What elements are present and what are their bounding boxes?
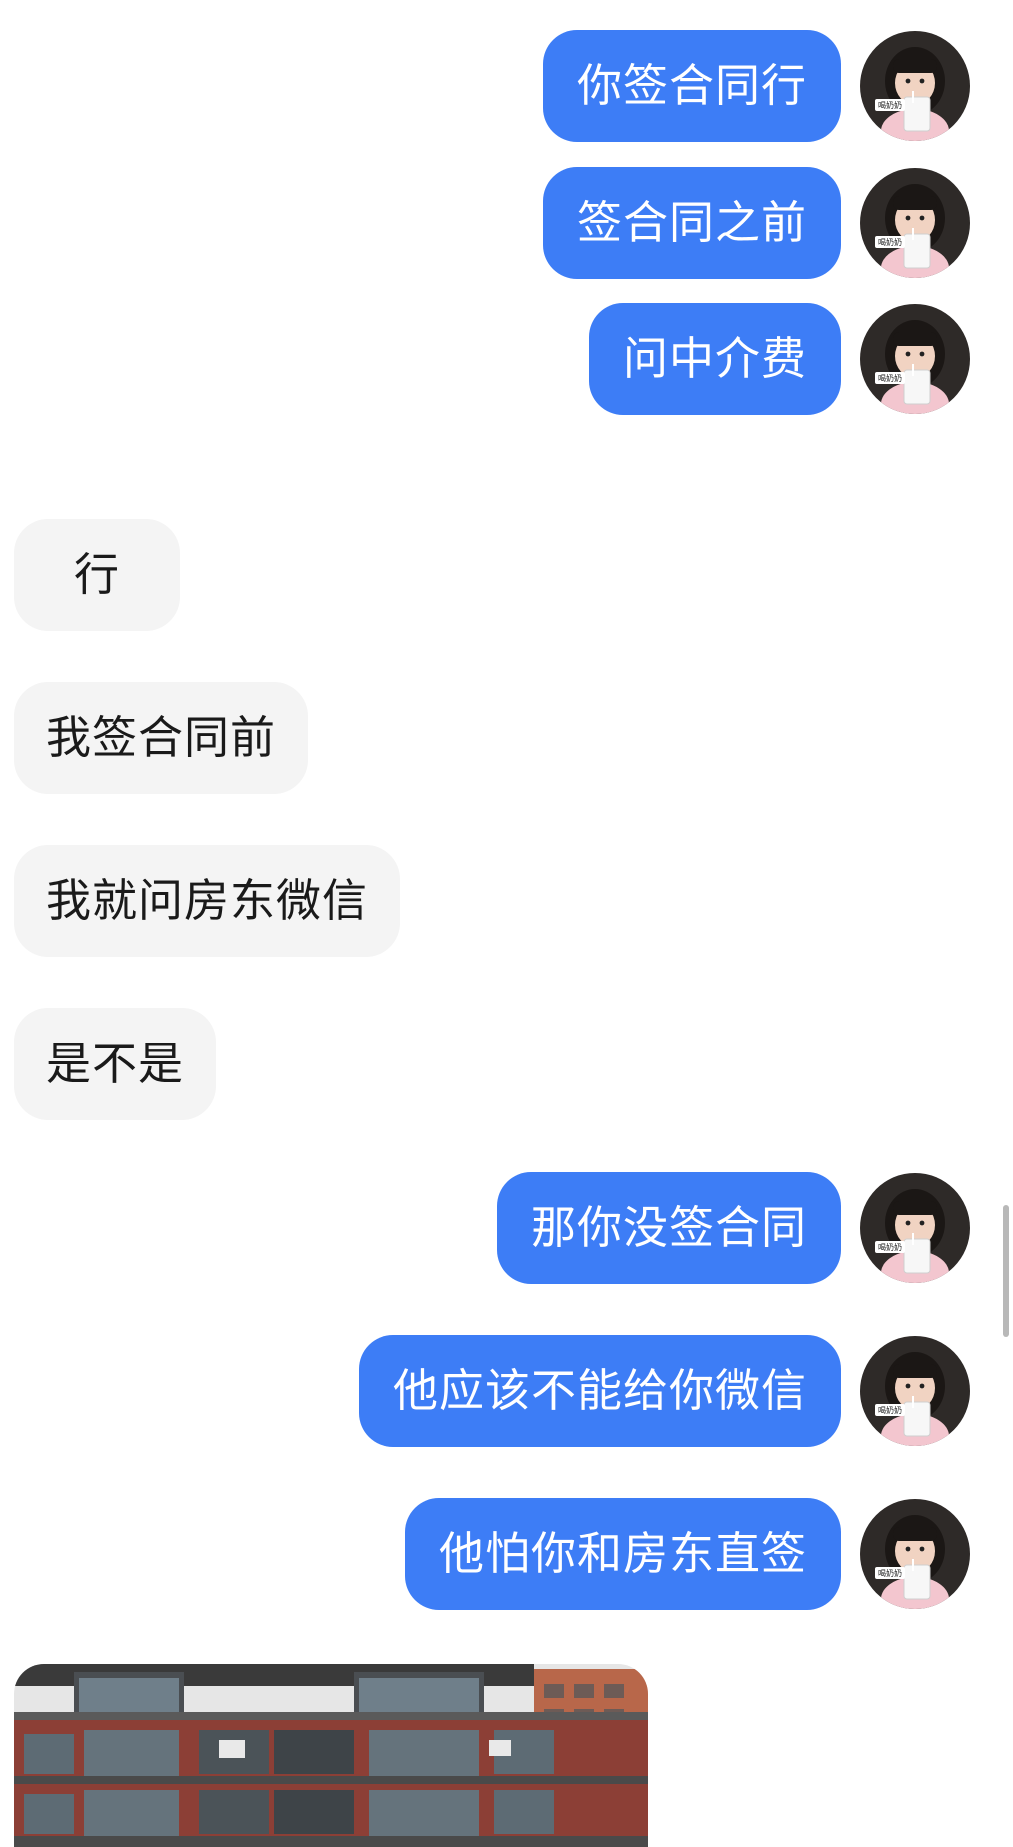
user-avatar[interactable]: 喝奶奶 xyxy=(860,304,970,414)
baby-avatar-icon: 喝奶奶 xyxy=(860,168,970,278)
outgoing-message-bubble[interactable]: 他应该不能给你微信 xyxy=(358,1335,841,1447)
message-row-incoming: 我就问房东微信 xyxy=(0,845,1013,957)
outgoing-message-bubble[interactable]: 那你没签合同 xyxy=(496,1172,841,1284)
user-avatar[interactable]: 喝奶奶 xyxy=(860,1173,970,1283)
avatar-caption: 喝奶奶 xyxy=(878,237,902,247)
avatar-caption: 喝奶奶 xyxy=(878,373,902,383)
avatar-caption: 喝奶奶 xyxy=(878,100,902,110)
outgoing-message-bubble[interactable]: 他怕你和房东直签 xyxy=(404,1498,841,1610)
user-avatar[interactable]: 喝奶奶 xyxy=(860,31,970,141)
user-avatar[interactable]: 喝奶奶 xyxy=(860,1336,970,1446)
incoming-message-bubble[interactable]: 是不是 xyxy=(14,1008,217,1120)
message-row-outgoing: 他应该不能给你微信 喝奶奶 xyxy=(0,1335,1013,1447)
baby-avatar-icon: 喝奶奶 xyxy=(860,1499,970,1609)
baby-avatar-icon: 喝奶奶 xyxy=(860,1336,970,1446)
baby-avatar-icon: 喝奶奶 xyxy=(860,1173,970,1283)
message-row-outgoing: 那你没签合同 喝奶奶 xyxy=(0,1172,1013,1284)
outgoing-message-bubble[interactable]: 你签合同行 xyxy=(542,30,841,142)
message-row-outgoing: 问中介费 喝奶奶 xyxy=(0,303,1013,415)
message-row-outgoing: 他怕你和房东直签 喝奶奶 xyxy=(0,1498,1013,1610)
incoming-message-bubble[interactable]: 行 xyxy=(14,519,181,631)
outgoing-message-bubble[interactable]: 签合同之前 xyxy=(542,167,841,279)
avatar-caption: 喝奶奶 xyxy=(878,1405,902,1415)
image-message[interactable] xyxy=(14,1664,648,1847)
message-row-outgoing: 签合同之前 喝奶奶 xyxy=(0,167,1013,279)
baby-avatar-icon: 喝奶奶 xyxy=(860,31,970,141)
apartment-building-photo-icon xyxy=(14,1664,648,1847)
chat-message-list[interactable]: 你签合同行 喝奶奶 签合同之前 喝奶奶 问中介费 喝奶奶 行 我签合同前 我就问… xyxy=(0,0,1013,1847)
scrollbar-thumb[interactable] xyxy=(1003,1205,1009,1337)
avatar-caption: 喝奶奶 xyxy=(878,1242,902,1252)
message-row-outgoing: 你签合同行 喝奶奶 xyxy=(0,30,1013,142)
message-row-incoming: 行 xyxy=(0,519,1013,631)
message-row-incoming: 是不是 xyxy=(0,1008,1013,1120)
baby-avatar-icon: 喝奶奶 xyxy=(860,304,970,414)
incoming-message-bubble[interactable]: 我签合同前 xyxy=(14,682,309,794)
message-row-incoming: 我签合同前 xyxy=(0,682,1013,794)
user-avatar[interactable]: 喝奶奶 xyxy=(860,1499,970,1609)
avatar-caption: 喝奶奶 xyxy=(878,1568,902,1578)
incoming-message-bubble[interactable]: 我就问房东微信 xyxy=(14,845,401,957)
user-avatar[interactable]: 喝奶奶 xyxy=(860,168,970,278)
outgoing-message-bubble[interactable]: 问中介费 xyxy=(588,303,841,415)
